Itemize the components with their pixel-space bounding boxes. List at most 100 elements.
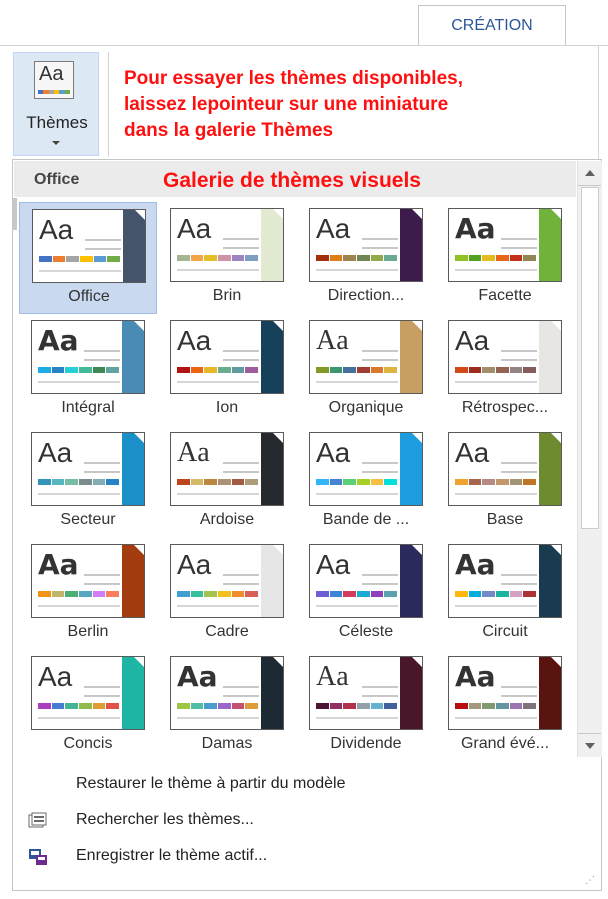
page-fold-icon xyxy=(412,545,422,555)
theme-baseline xyxy=(455,269,537,271)
theme-name: Grand évé... xyxy=(460,735,550,752)
dropdown-arrow-icon xyxy=(52,141,60,145)
theme-text-lines xyxy=(362,679,398,697)
annotation-line: Pour essayer les thèmes disponibles, xyxy=(124,68,463,89)
theme-accent-band xyxy=(261,321,283,393)
theme-accent-band xyxy=(261,545,283,617)
theme-name: Damas xyxy=(201,735,253,752)
arrow-up-icon xyxy=(584,170,595,176)
theme-color-strip xyxy=(38,479,120,485)
theme-tile[interactable]: Aa Organique xyxy=(297,314,435,426)
theme-name: Berlin xyxy=(67,623,109,640)
theme-tile[interactable]: Aa Bande de ... xyxy=(297,426,435,538)
theme-accent-band xyxy=(539,545,561,617)
theme-color-strip xyxy=(38,591,120,597)
gallery-scrollbar[interactable] xyxy=(577,161,602,757)
page-fold-icon xyxy=(134,545,144,555)
page-fold-icon xyxy=(273,545,283,555)
theme-text-lines xyxy=(84,567,120,585)
theme-tile[interactable]: Aa Facette xyxy=(436,202,574,314)
theme-text-lines xyxy=(501,567,537,585)
theme-text-lines xyxy=(362,231,398,249)
theme-baseline xyxy=(38,381,120,383)
theme-text-lines xyxy=(223,567,259,585)
themes-icon-text: Aa xyxy=(39,63,64,85)
gallery-header: Office Galerie de thèmes visuels xyxy=(14,161,576,197)
theme-text-lines xyxy=(362,455,398,473)
theme-thumbnail: Aa xyxy=(170,544,284,618)
page-fold-icon xyxy=(273,657,283,667)
theme-sample-text: Aa xyxy=(38,437,73,468)
theme-thumbnail: Aa xyxy=(309,320,423,394)
theme-name: Céleste xyxy=(338,623,394,640)
theme-text-lines xyxy=(362,343,398,361)
theme-tile[interactable]: Aa Dividende xyxy=(297,650,435,762)
theme-tile[interactable]: Aa Grand évé... xyxy=(436,650,574,762)
theme-baseline xyxy=(455,717,537,719)
theme-color-strip xyxy=(38,367,120,373)
page-fold-icon xyxy=(134,321,144,331)
theme-sample-text: Aa xyxy=(455,325,490,356)
theme-accent-band xyxy=(122,545,144,617)
theme-accent-band xyxy=(122,321,144,393)
theme-name: Rétrospec... xyxy=(461,399,549,416)
theme-baseline xyxy=(316,381,398,383)
theme-accent-band xyxy=(122,657,144,729)
theme-thumbnail: Aa xyxy=(31,432,145,506)
theme-text-lines xyxy=(362,567,398,585)
theme-accent-band xyxy=(122,433,144,505)
theme-tile[interactable]: Aa Circuit xyxy=(436,538,574,650)
browse-folder-icon xyxy=(28,812,48,830)
menu-item-label: Restaurer le thème à partir du modèle xyxy=(76,775,346,792)
theme-tile[interactable]: Aa Cadre xyxy=(158,538,296,650)
theme-name: Base xyxy=(486,511,524,528)
ribbon-separator xyxy=(108,52,109,157)
theme-tile[interactable]: Aa Céleste xyxy=(297,538,435,650)
theme-tile[interactable]: Aa Rétrospec... xyxy=(436,314,574,426)
theme-tile[interactable]: Aa Damas xyxy=(158,650,296,762)
scroll-thumb[interactable] xyxy=(581,187,599,529)
theme-thumbnail: Aa xyxy=(448,320,562,394)
theme-sample-text: Aa xyxy=(38,324,79,357)
themes-button[interactable]: Aa Thèmes xyxy=(13,52,99,156)
theme-tile[interactable]: Aa Base xyxy=(436,426,574,538)
page-fold-icon xyxy=(551,321,561,331)
scroll-up-button[interactable] xyxy=(578,161,601,186)
menu-item-restore-theme[interactable]: Restaurer le thème à partir du modèle xyxy=(14,768,600,802)
theme-accent-band xyxy=(123,210,145,282)
menu-item-save-theme[interactable]: Enregistrer le thème actif... xyxy=(14,840,600,874)
themes-gallery: Office Galerie de thèmes visuels Aa Offic… xyxy=(12,159,602,891)
theme-thumbnail: Aa xyxy=(309,544,423,618)
theme-tile[interactable]: Aa Concis xyxy=(19,650,157,762)
scroll-down-button[interactable] xyxy=(578,733,601,758)
theme-tile[interactable]: Aa Berlin xyxy=(19,538,157,650)
theme-baseline xyxy=(455,493,537,495)
theme-baseline xyxy=(177,605,259,607)
theme-tile[interactable]: Aa Secteur xyxy=(19,426,157,538)
theme-sample-text: Aa xyxy=(177,437,210,468)
theme-thumbnail: Aa xyxy=(170,208,284,282)
theme-tile[interactable]: Aa Ardoise xyxy=(158,426,296,538)
annotation-text: Pour essayer les thèmes disponibles, lai… xyxy=(124,66,584,144)
resize-grip-icon[interactable]: ⋰ xyxy=(585,876,597,888)
theme-baseline xyxy=(38,717,120,719)
theme-thumbnail: Aa xyxy=(31,656,145,730)
page-fold-icon xyxy=(551,657,561,667)
theme-name: Ion xyxy=(215,399,239,416)
page-fold-icon xyxy=(273,209,283,219)
theme-baseline xyxy=(177,381,259,383)
menu-item-label: Rechercher les thèmes... xyxy=(76,811,254,828)
theme-thumbnail: Aa xyxy=(32,209,146,283)
theme-sample-text: Aa xyxy=(316,325,349,356)
tab-creation[interactable]: CRÉATION xyxy=(418,5,566,46)
themes-icon: Aa xyxy=(34,61,74,99)
theme-text-lines xyxy=(223,343,259,361)
menu-item-browse-themes[interactable]: Rechercher les thèmes... xyxy=(14,804,600,838)
theme-tile[interactable]: Aa Intégral xyxy=(19,314,157,426)
theme-sample-text: Aa xyxy=(316,437,351,468)
menu-item-label: Enregistrer le thème actif... xyxy=(76,847,268,864)
theme-tile[interactable]: Aa Office xyxy=(19,202,157,314)
theme-tile[interactable]: Aa Ion xyxy=(158,314,296,426)
theme-tile[interactable]: Aa Brin xyxy=(158,202,296,314)
theme-tile[interactable]: Aa Direction... xyxy=(297,202,435,314)
